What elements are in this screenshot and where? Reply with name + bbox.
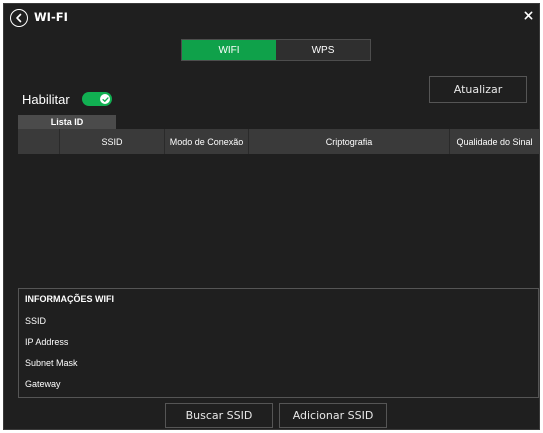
dialog-title: WI-FI	[34, 10, 68, 24]
info-field-gateway: Gateway	[25, 379, 61, 389]
close-icon	[524, 11, 532, 19]
tab-wps[interactable]: WPS	[276, 40, 370, 60]
info-title: INFORMAÇÕES WIFI	[25, 294, 114, 304]
tab-wifi[interactable]: WIFI	[182, 40, 276, 60]
close-button[interactable]	[521, 8, 535, 22]
tab-bar: WIFI WPS	[181, 39, 371, 61]
enable-toggle[interactable]	[82, 92, 112, 106]
column-header-encryption[interactable]: Criptografia	[249, 129, 450, 154]
column-header-connection-mode[interactable]: Modo de Conexão	[165, 129, 249, 154]
info-field-ssid: SSID	[25, 316, 47, 326]
column-header-ssid[interactable]: SSID	[60, 129, 165, 154]
column-header-select	[18, 129, 60, 154]
add-ssid-button[interactable]: Adicionar SSID	[279, 403, 387, 428]
info-field-ip-address: IP Address	[25, 337, 69, 347]
search-ssid-button[interactable]: Buscar SSID	[165, 403, 273, 428]
back-button[interactable]	[10, 9, 28, 27]
table-header: SSID Modo de Conexão Criptografia Qualid…	[18, 129, 539, 154]
toggle-knob	[100, 94, 110, 104]
update-button[interactable]: Atualizar	[429, 76, 527, 103]
chevron-left-icon	[16, 13, 22, 23]
check-icon	[101, 96, 109, 102]
wifi-dialog: WI-FI WIFI WPS Habilitar Atualizar Lista…	[3, 3, 540, 430]
title-bar: WI-FI	[4, 4, 539, 32]
column-header-signal-quality[interactable]: Qualidade do Sinal	[450, 129, 539, 154]
info-field-subnet-mask: Subnet Mask	[25, 358, 78, 368]
ssid-table: SSID Modo de Conexão Criptografia Qualid…	[18, 129, 539, 286]
table-body	[18, 154, 539, 286]
enable-label: Habilitar	[22, 92, 70, 107]
wifi-info-panel: INFORMAÇÕES WIFI SSID IP Address Subnet …	[18, 288, 539, 398]
list-id-tag: Lista ID	[18, 115, 116, 129]
